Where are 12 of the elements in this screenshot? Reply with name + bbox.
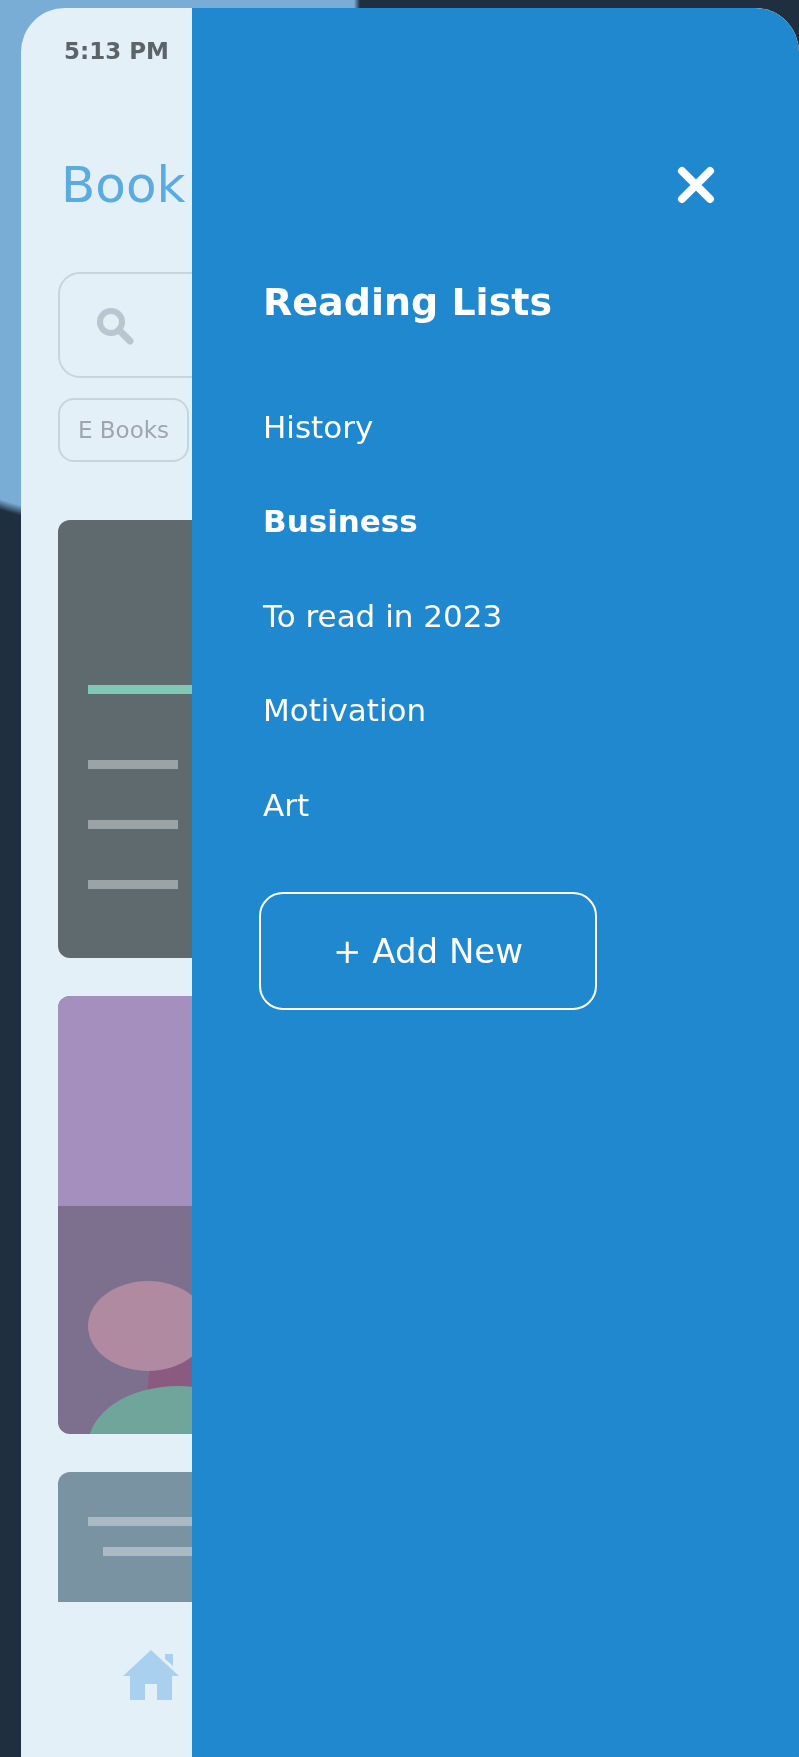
drawer-title: Reading Lists	[263, 280, 553, 326]
reading-list-item[interactable]: Motivation	[263, 687, 427, 734]
filter-chip[interactable]: E Books	[58, 398, 190, 462]
reading-list-item[interactable]: Art	[263, 781, 310, 829]
reading-list-item[interactable]: To read in 2023	[263, 592, 503, 640]
search-icon	[94, 305, 134, 345]
add-new-button[interactable]: + Add New	[259, 892, 597, 1011]
reading-list-item[interactable]: Business	[263, 498, 418, 545]
reading-list-item[interactable]: History	[263, 403, 374, 451]
close-icon[interactable]	[676, 165, 716, 205]
status-time: 5:13 PM	[64, 38, 169, 64]
page-title: Book	[61, 160, 186, 210]
